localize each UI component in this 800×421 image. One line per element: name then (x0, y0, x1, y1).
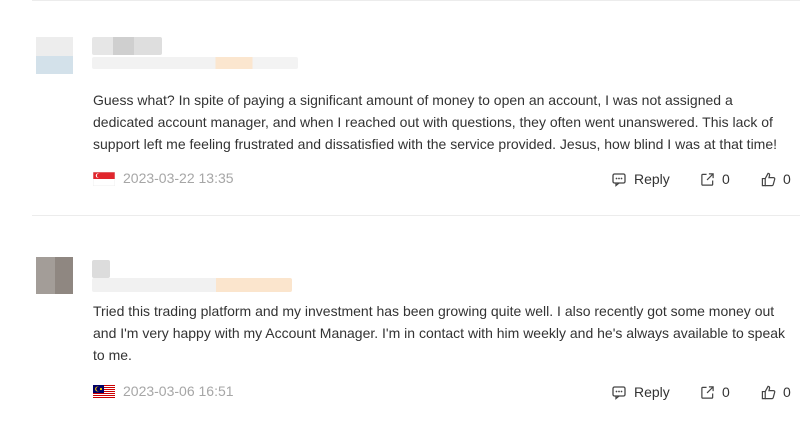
comment-text: Guess what? In spite of paying a signifi… (93, 92, 778, 152)
comment-item: Tried this trading platform and my inves… (0, 216, 800, 421)
username-blurred (92, 260, 110, 278)
like-count: 0 (783, 384, 791, 400)
like-button[interactable]: 0 (761, 169, 791, 189)
comment-item: Guess what? In spite of paying a signifi… (0, 0, 800, 215)
share-icon (700, 172, 715, 187)
user-info-blurred (92, 57, 298, 69)
share-button[interactable]: 0 (700, 382, 730, 402)
share-icon (700, 385, 715, 400)
comment-meta: 2023-03-22 13:35 Reply 0 0 (93, 169, 800, 189)
user-info-blurred (92, 278, 292, 292)
reply-button[interactable]: Reply (611, 169, 670, 189)
reply-label: Reply (634, 171, 670, 187)
avatar[interactable] (36, 37, 73, 74)
share-count: 0 (722, 384, 730, 400)
comment-text: Tried this trading platform and my inves… (93, 303, 786, 363)
comment-date: 2023-03-06 16:51 (123, 383, 234, 399)
reply-button[interactable]: Reply (611, 382, 670, 402)
malaysia-flag-icon (93, 385, 115, 399)
thumbs-up-icon (761, 385, 776, 400)
username-blurred (92, 37, 162, 55)
comment-meta: 2023-03-06 16:51 Reply 0 0 (93, 382, 800, 402)
like-button[interactable]: 0 (761, 382, 791, 402)
singapore-flag-icon (93, 172, 115, 186)
comment-date: 2023-03-22 13:35 (123, 170, 234, 186)
like-count: 0 (783, 171, 791, 187)
reply-icon (611, 384, 627, 400)
avatar[interactable] (36, 257, 73, 294)
thumbs-up-icon (761, 172, 776, 187)
reply-label: Reply (634, 384, 670, 400)
share-button[interactable]: 0 (700, 169, 730, 189)
reply-icon (611, 171, 627, 187)
share-count: 0 (722, 171, 730, 187)
